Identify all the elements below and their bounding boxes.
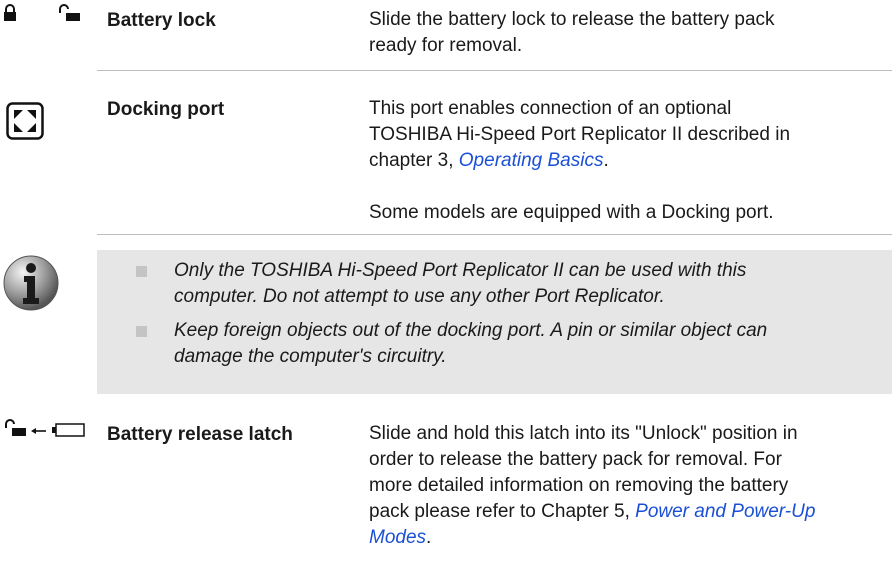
open-padlock-icon [58,4,88,27]
battery-lock-description: Slide the battery lock to release the ba… [369,9,775,56]
arrow-left-icon [31,428,46,434]
closed-padlock-icon [2,4,18,27]
note-item: Keep foreign objects out of the docking … [174,320,768,367]
info-icon [2,254,60,317]
divider [97,234,892,235]
open-padlock-icon [5,419,26,436]
battery-release-latch-description: Slide and hold this latch into its "Unlo… [369,423,816,548]
bullet-icon [136,266,147,277]
battery-release-latch-icons [4,419,96,442]
operating-basics-link[interactable]: Operating Basics [459,150,604,171]
battery-release-latch-term: Battery release latch [107,424,293,445]
docking-port-description: This port enables connection of an optio… [369,98,791,171]
battery-outline-icon [52,423,85,437]
battery-lock-term: Battery lock [107,10,216,31]
docking-port-icon [6,102,44,145]
note-item: Only the TOSHIBA Hi-Speed Port Replicato… [174,260,747,307]
docking-port-note-text: Some models are equipped with a Docking … [369,202,774,223]
divider [97,70,892,71]
docking-port-term: Docking port [107,99,225,120]
bullet-icon [136,326,147,337]
